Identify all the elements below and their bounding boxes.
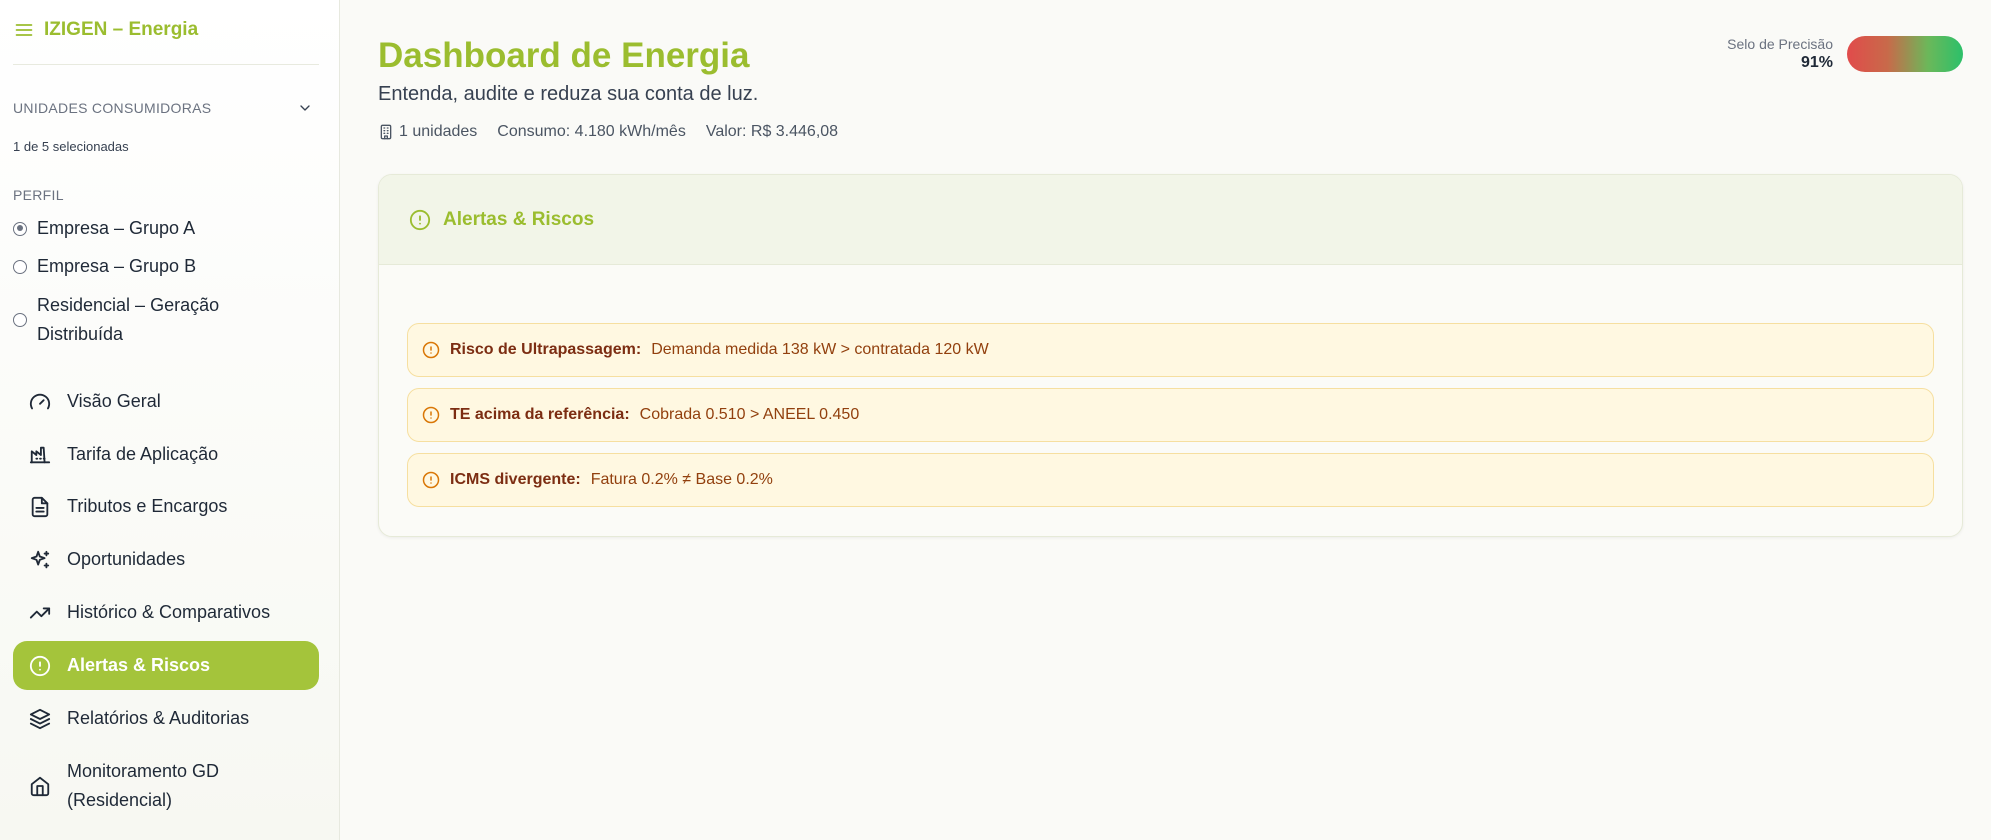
brand-name: IZIGEN – Energia bbox=[44, 19, 199, 40]
nav-item-historico[interactable]: Histórico & Comparativos bbox=[13, 588, 319, 637]
meta-consumption: Consumo: 4.180 kWh/mês bbox=[497, 123, 686, 140]
alert-item: ICMS divergente: Fatura 0.2% ≠ Base 0.2% bbox=[407, 453, 1934, 507]
warning-circle-icon bbox=[422, 471, 440, 489]
alert-title: Risco de Ultrapassagem: bbox=[450, 341, 642, 358]
nav-label: Histórico & Comparativos bbox=[67, 602, 271, 622]
profile-option-residencial-gd[interactable]: Residencial – Geração Distribuída bbox=[13, 291, 303, 349]
nav-label: Monitoramento GD (Residencial) bbox=[67, 761, 220, 810]
profile-option-grupo-b[interactable]: Empresa – Grupo B bbox=[13, 252, 196, 281]
nav-label: Relatórios & Auditorias bbox=[67, 708, 250, 728]
brand[interactable]: IZIGEN – Energia bbox=[14, 18, 198, 42]
nav-label: Tarifa de Aplicação bbox=[67, 444, 219, 464]
home-icon bbox=[30, 776, 50, 797]
document-icon bbox=[31, 496, 49, 517]
precision-label: Selo de Precisão bbox=[1727, 36, 1833, 52]
radio-unchecked[interactable] bbox=[13, 313, 27, 327]
nav-label: Alertas & Riscos bbox=[67, 655, 211, 675]
alerts-list: Risco de Ultrapassagem: Demanda medida 1… bbox=[407, 323, 1934, 518]
alerts-panel-header: Alertas & Riscos bbox=[379, 175, 1962, 265]
nav-item-monitoramento-gd[interactable]: Monitoramento GD (Residencial) bbox=[13, 755, 319, 817]
chevron-down-icon[interactable] bbox=[297, 100, 313, 116]
profile-label: PERFIL bbox=[13, 187, 64, 203]
layers-icon bbox=[29, 708, 51, 729]
building-icon bbox=[380, 124, 392, 140]
alert-text: Demanda medida 138 kW > contratada 120 k… bbox=[651, 341, 989, 358]
alerts-panel-title: Alertas & Riscos bbox=[443, 208, 595, 230]
profile-option-label: Empresa – Grupo B bbox=[37, 256, 197, 276]
units-count: 1 de 5 selecionadas bbox=[13, 139, 129, 154]
summary-meta: 1 unidades Consumo: 4.180 kWh/mês Valor:… bbox=[378, 123, 838, 141]
nav-item-tributos[interactable]: Tributos e Encargos bbox=[13, 482, 319, 531]
precision-seal: Selo de Precisão 91% bbox=[1727, 36, 1963, 72]
nav-item-oportunidades[interactable]: Oportunidades bbox=[13, 535, 319, 584]
nav-item-relatorios[interactable]: Relatórios & Auditorias bbox=[13, 694, 319, 743]
warning-circle-icon bbox=[422, 341, 440, 359]
factory-icon bbox=[29, 446, 51, 463]
alert-circle-icon bbox=[409, 209, 431, 230]
nav-label: Visão Geral bbox=[67, 391, 161, 411]
trending-up-icon bbox=[29, 607, 51, 618]
meta-units-text: 1 unidades bbox=[399, 123, 478, 140]
nav-item-alertas[interactable]: Alertas & Riscos bbox=[13, 641, 319, 690]
alert-text: Cobrada 0.510 > ANEEL 0.450 bbox=[639, 406, 860, 423]
page-title: Dashboard de Energia bbox=[378, 36, 750, 75]
menu-icon[interactable] bbox=[14, 20, 34, 40]
precision-bar bbox=[1847, 36, 1963, 72]
profile-option-label: Residencial – Geração Distribuída bbox=[37, 295, 220, 344]
nav-label: Tributos e Encargos bbox=[67, 496, 228, 516]
sparkles-icon bbox=[30, 550, 50, 568]
meta-value: Valor: R$ 3.446,08 bbox=[705, 123, 839, 140]
precision-value: 91% bbox=[1800, 54, 1833, 71]
units-label: UNIDADES CONSUMIDORAS bbox=[13, 100, 212, 116]
alert-title: ICMS divergente: bbox=[450, 471, 581, 488]
warning-circle-icon bbox=[422, 406, 440, 424]
alert-item: Risco de Ultrapassagem: Demanda medida 1… bbox=[407, 323, 1934, 377]
alert-circle-icon bbox=[29, 655, 51, 676]
sidebar: IZIGEN – Energia UNIDADES CONSUMIDORAS 1… bbox=[0, 0, 340, 840]
gauge-icon bbox=[29, 393, 51, 409]
profile-option-grupo-a[interactable]: Empresa – Grupo A bbox=[13, 214, 195, 243]
profile-option-label: Empresa – Grupo A bbox=[37, 218, 196, 238]
alert-text: Fatura 0.2% ≠ Base 0.2% bbox=[590, 471, 773, 488]
radio-unchecked[interactable] bbox=[13, 259, 27, 274]
divider bbox=[13, 64, 319, 65]
units-selector[interactable]: UNIDADES CONSUMIDORAS bbox=[13, 100, 319, 116]
page-subtitle: Entenda, audite e reduza sua conta de lu… bbox=[378, 83, 759, 105]
nav-item-visao-geral[interactable]: Visão Geral bbox=[13, 377, 319, 426]
radio-checked[interactable] bbox=[13, 221, 27, 236]
nav-item-tarifa[interactable]: Tarifa de Aplicação bbox=[13, 430, 319, 479]
alert-item: TE acima da referência: Cobrada 0.510 > … bbox=[407, 388, 1934, 442]
nav-label: Oportunidades bbox=[67, 549, 186, 569]
meta-units: 1 unidades bbox=[378, 123, 477, 141]
alert-title: TE acima da referência: bbox=[450, 406, 630, 423]
alerts-panel: Alertas & Riscos Risco de Ultrapassagem:… bbox=[378, 174, 1963, 537]
